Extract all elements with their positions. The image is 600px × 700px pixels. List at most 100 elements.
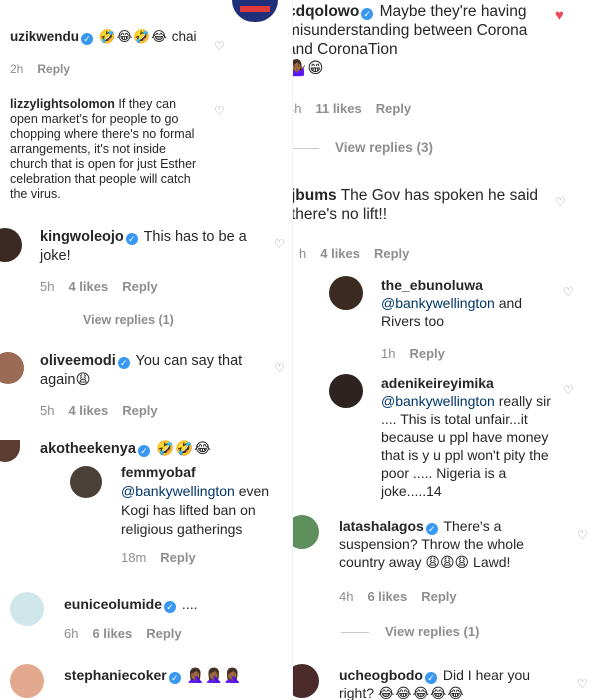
comment-meta: 4h 11 likes Reply xyxy=(293,101,425,116)
comment-body: cdqolowo ✓ Maybe they're having misunders… xyxy=(293,2,549,78)
comment-body: oliveemodi ✓ You can say that again😩 xyxy=(40,352,268,390)
reply-button[interactable]: Reply xyxy=(37,62,70,76)
like-heart-icon[interactable]: ♡ xyxy=(214,105,225,117)
comment-meta: 18m Reply xyxy=(121,550,210,565)
emoji-text: 😂😂😂😂😂 xyxy=(377,685,465,700)
emoji-text: 🤦🏾‍♀️🤦🏾‍♀️🤦🏾‍♀️ xyxy=(186,667,242,683)
likes-count[interactable]: 4 likes xyxy=(68,279,108,294)
comment-text: chai xyxy=(171,29,197,44)
avatar[interactable] xyxy=(0,352,24,384)
avatar[interactable] xyxy=(0,440,20,462)
verified-badge-icon: ✓ xyxy=(168,672,181,684)
like-heart-icon[interactable]: ♡ xyxy=(577,678,588,690)
username[interactable]: femmyobaf xyxy=(121,464,196,480)
mention-link[interactable]: @bankywellington xyxy=(381,295,495,311)
comment-body: lizzylightsolomon If they can open marke… xyxy=(10,97,200,202)
view-replies-button[interactable]: View replies (3) xyxy=(293,140,433,155)
view-replies-button[interactable]: View replies (1) xyxy=(341,624,479,639)
username[interactable]: stephaniecoker xyxy=(64,667,167,683)
avatar[interactable] xyxy=(0,228,22,262)
reply-button[interactable]: Reply xyxy=(421,589,456,604)
liked-heart-icon[interactable]: ♥ xyxy=(555,8,564,23)
avatar[interactable] xyxy=(10,592,44,626)
likes-count[interactable]: 6 likes xyxy=(92,626,132,641)
username[interactable]: uzikwendu xyxy=(10,29,79,44)
divider-line xyxy=(341,632,369,634)
verified-badge-icon: ✓ xyxy=(425,523,438,535)
verified-badge-icon: ✓ xyxy=(81,33,94,45)
likes-count[interactable]: 4 likes xyxy=(68,403,108,418)
verified-badge-icon: ✓ xyxy=(164,601,177,613)
comment-body: femmyobaf @bankywellington even Kogi has… xyxy=(121,463,291,539)
comment-meta: 5h 4 likes Reply xyxy=(40,279,172,294)
like-heart-icon[interactable]: ♡ xyxy=(274,362,285,374)
comment-body: latashalagos ✓ There's a suspension? Thro… xyxy=(339,517,559,571)
avatar[interactable] xyxy=(10,664,44,698)
like-heart-icon[interactable]: ♡ xyxy=(563,286,574,298)
view-replies-button[interactable]: View replies (1) xyxy=(83,313,174,327)
username[interactable]: adenikeireyimika xyxy=(381,375,494,391)
comment-body: the_ebunoluwa @bankywellington and River… xyxy=(381,276,551,330)
avatar[interactable] xyxy=(329,276,363,310)
verified-badge-icon: ✓ xyxy=(117,357,130,369)
comment-meta: h 4 likes Reply xyxy=(299,246,423,261)
reply-button[interactable]: Reply xyxy=(122,279,157,294)
username[interactable]: ucheogbodo xyxy=(339,667,423,683)
comment-body: euniceolumide ✓ .... xyxy=(64,596,264,613)
like-heart-icon[interactable]: ♡ xyxy=(214,40,225,52)
comment-body: kingwoleojo ✓ This has to be a joke! xyxy=(40,228,268,266)
username[interactable]: jbums xyxy=(293,187,337,204)
left-comment-column: uzikwendu ✓ 🤣😂🤣😂 chai ♡ 2h Reply lizzyligh… xyxy=(0,0,292,700)
emoji-text: 🤷🏾‍♀️😁 xyxy=(293,60,325,77)
avatar[interactable] xyxy=(293,664,319,698)
username[interactable]: akotheekenya xyxy=(40,441,136,457)
username[interactable]: kingwoleojo xyxy=(40,229,124,245)
comment-meta: 5h 4 likes Reply xyxy=(40,403,172,418)
like-heart-icon[interactable]: ♡ xyxy=(274,238,285,250)
avatar[interactable] xyxy=(293,515,319,549)
comment-body: stephaniecoker ✓ 🤦🏾‍♀️🤦🏾‍♀️🤦🏾‍♀️ xyxy=(64,667,284,684)
username[interactable]: cdqolowo xyxy=(293,3,359,20)
likes-count[interactable]: 4 likes xyxy=(320,246,360,261)
reply-button[interactable]: Reply xyxy=(160,550,195,565)
mention-link[interactable]: @bankywellington xyxy=(121,483,235,499)
reply-button[interactable]: Reply xyxy=(122,403,157,418)
username[interactable]: euniceolumide xyxy=(64,596,162,612)
reply-button[interactable]: Reply xyxy=(146,626,181,641)
verified-badge-icon: ✓ xyxy=(361,8,374,20)
view-replies-label[interactable]: View replies (3) xyxy=(335,140,433,155)
divider-line xyxy=(293,147,319,149)
avatar[interactable] xyxy=(70,466,102,498)
comment-body: ucheogbodo ✓ Did I hear you right? 😂😂😂😂😂 xyxy=(339,666,559,700)
comment-body: uzikwendu ✓ 🤣😂🤣😂 chai xyxy=(10,28,210,45)
right-comment-column: cdqolowo ✓ Maybe they're having misunders… xyxy=(292,0,600,700)
reply-button[interactable]: Reply xyxy=(376,101,411,116)
like-heart-icon[interactable]: ♡ xyxy=(563,384,574,396)
username[interactable]: latashalagos xyxy=(339,518,424,534)
comment-body: adenikeireyimika @bankywellington really… xyxy=(381,374,551,500)
reply-button[interactable]: Reply xyxy=(409,346,444,361)
like-heart-icon[interactable]: ♡ xyxy=(555,196,566,208)
timestamp: 5h xyxy=(40,403,55,418)
view-replies-label[interactable]: View replies (1) xyxy=(385,624,479,639)
timestamp: 6h xyxy=(64,626,79,641)
username[interactable]: oliveemodi xyxy=(40,353,116,369)
avatar-stripe xyxy=(240,6,270,12)
comment-meta: 6h 6 likes Reply xyxy=(64,626,196,641)
likes-count[interactable]: 6 likes xyxy=(367,589,407,604)
timestamp: 1h xyxy=(381,346,396,361)
verified-badge-icon: ✓ xyxy=(125,233,138,245)
like-heart-icon[interactable]: ♡ xyxy=(577,529,588,541)
mention-link[interactable]: @bankywellington xyxy=(381,393,495,409)
comment-text: .... xyxy=(181,596,198,612)
comment-meta: 2h Reply xyxy=(10,62,84,76)
verified-badge-icon: ✓ xyxy=(425,672,437,684)
username[interactable]: lizzylightsolomon xyxy=(10,97,115,111)
username[interactable]: the_ebunoluwa xyxy=(381,277,483,293)
timestamp: 5h xyxy=(40,279,55,294)
reply-button[interactable]: Reply xyxy=(374,246,409,261)
timestamp: 4h xyxy=(293,101,302,116)
likes-count[interactable]: 11 likes xyxy=(315,101,361,116)
avatar[interactable] xyxy=(329,374,363,408)
timestamp: h xyxy=(299,246,307,261)
